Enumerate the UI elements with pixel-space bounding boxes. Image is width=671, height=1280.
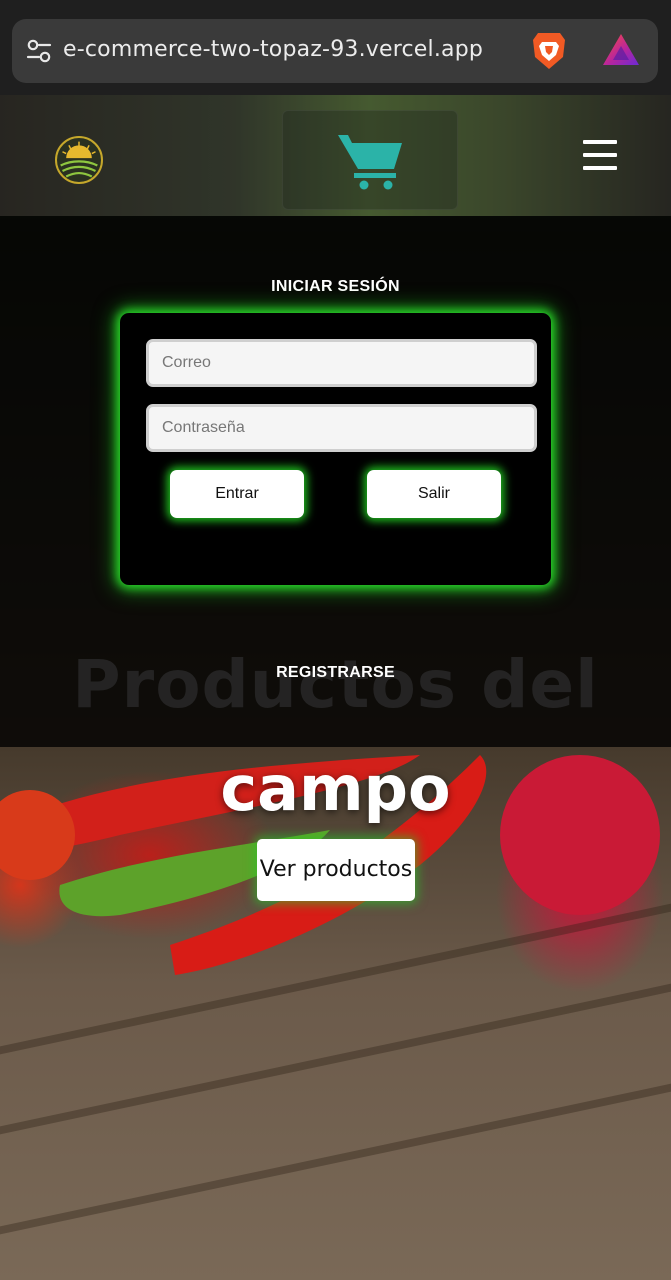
address-bar[interactable]: e-commerce-two-topaz-93.vercel.app — [12, 19, 658, 83]
login-overlay: Productos del INICIAR SESIÓN Entrar Sali… — [0, 216, 671, 747]
browser-toolbar: e-commerce-two-topaz-93.vercel.app — [0, 0, 671, 95]
url-text[interactable]: e-commerce-two-topaz-93.vercel.app — [63, 37, 483, 62]
view-products-button[interactable]: Ver productos — [257, 839, 415, 901]
email-field[interactable] — [146, 339, 537, 387]
hamburger-menu-icon[interactable] — [583, 140, 617, 174]
shopping-cart-icon[interactable] — [336, 131, 406, 191]
cart-button[interactable] — [282, 110, 458, 210]
hero-title-line2: campo — [220, 752, 451, 825]
register-link[interactable]: REGISTRARSE — [0, 664, 671, 682]
login-title: INICIAR SESIÓN — [271, 278, 400, 295]
brave-rewards-triangle-icon[interactable] — [602, 32, 640, 68]
enter-button[interactable]: Entrar — [170, 470, 304, 518]
password-field[interactable] — [146, 404, 537, 452]
brave-lion-icon[interactable] — [530, 30, 568, 72]
logo-sunrise-field-icon[interactable] — [55, 136, 103, 184]
site-header — [0, 95, 671, 216]
hero-title-line1: Productos del — [72, 646, 599, 723]
site-settings-icon[interactable] — [26, 38, 52, 64]
exit-button[interactable]: Salir — [367, 470, 501, 518]
login-card: Entrar Salir — [120, 313, 551, 585]
